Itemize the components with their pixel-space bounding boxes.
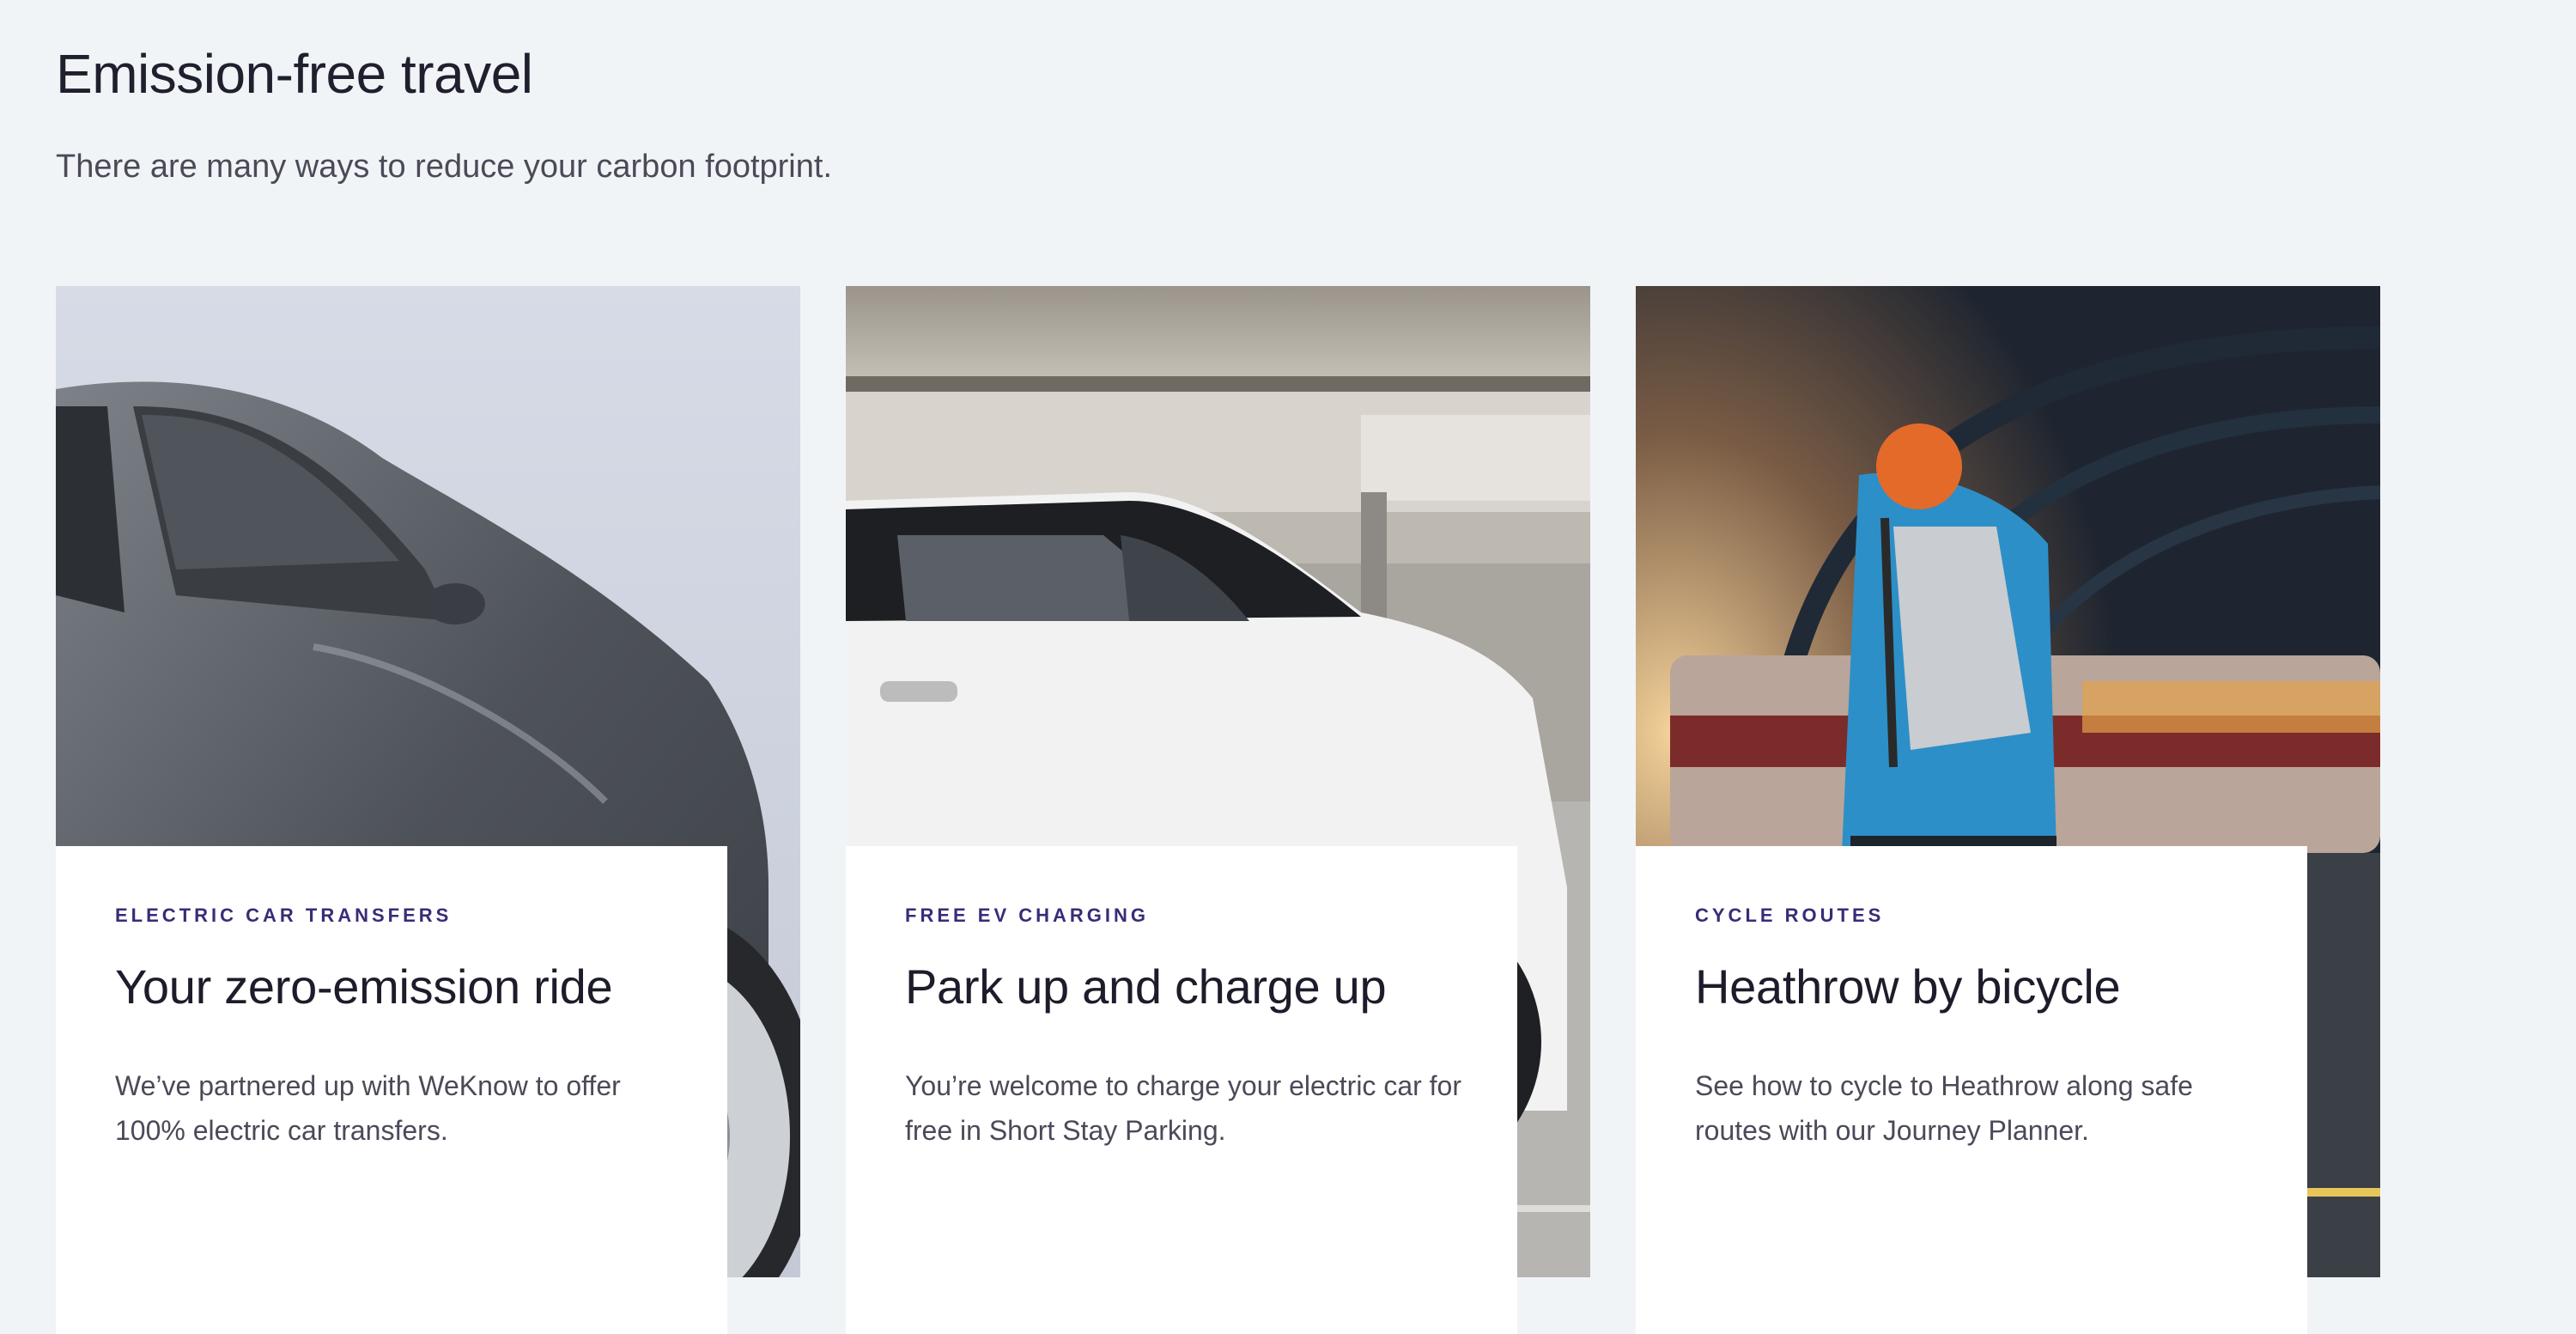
section-subtitle: There are many ways to reduce your carbo…	[56, 149, 833, 185]
card-free-ev-charging[interactable]: FREE EV CHARGING Park up and charge up Y…	[846, 286, 1590, 1334]
card-description: We’ve partnered up with WeKnow to offer …	[115, 1070, 621, 1146]
card-title[interactable]: Heathrow by bicycle	[1695, 956, 2121, 1018]
card-description: See how to cycle to Heathrow along safe …	[1695, 1070, 2193, 1146]
card-title[interactable]: Your zero-emission ride	[115, 956, 613, 1018]
section-title: Emission-free travel	[56, 43, 533, 105]
card-kicker: FREE EV CHARGING	[905, 905, 1150, 926]
card-cycle-routes[interactable]: CYCLE ROUTES Heathrow by bicycle See how…	[1636, 286, 2380, 1334]
card-kicker: ELECTRIC CAR TRANSFERS	[115, 905, 453, 926]
card-kicker: CYCLE ROUTES	[1695, 905, 1885, 926]
emission-free-travel-section: Emission-free travel There are many ways…	[0, 0, 2576, 1334]
card-electric-car-transfers[interactable]: ELECTRIC CAR TRANSFERS Your zero-emissio…	[56, 286, 800, 1334]
card-description: You’re welcome to charge your electric c…	[905, 1070, 1461, 1146]
card-title[interactable]: Park up and charge up	[905, 956, 1387, 1018]
